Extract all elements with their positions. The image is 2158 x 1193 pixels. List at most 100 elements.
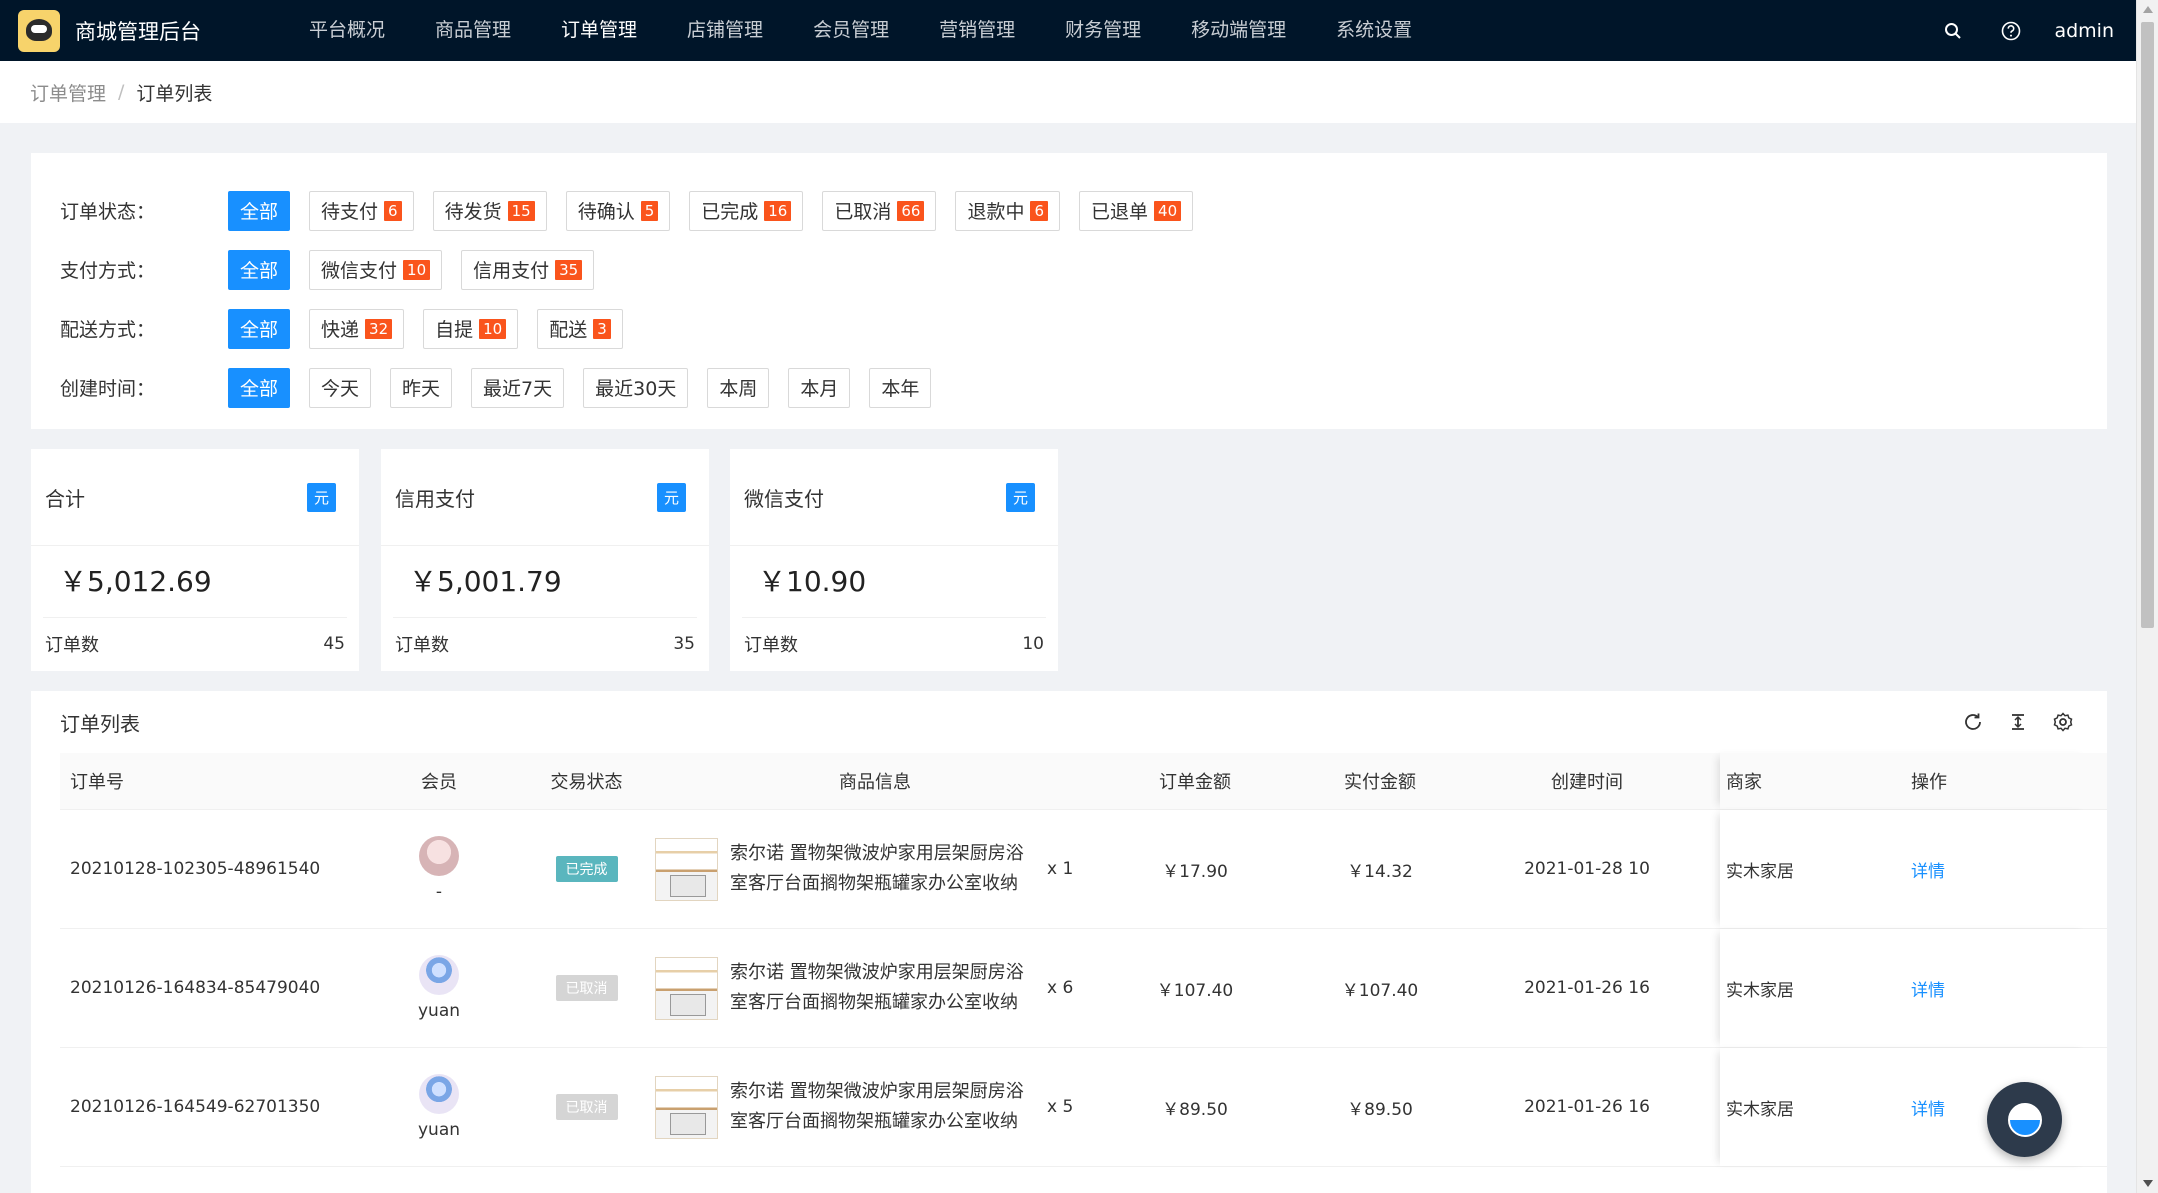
member-name: yuan [417, 1001, 461, 1021]
stat-count-label: 订单数 [395, 635, 449, 656]
time-filter-month[interactable]: 本月 [788, 367, 851, 408]
scroll-up-icon[interactable] [2143, 6, 2153, 13]
status-filter-all[interactable]: 全部 [228, 190, 291, 231]
detail-link[interactable]: 详情 [1911, 1100, 1945, 1120]
filter-option-label: 本周 [719, 378, 758, 400]
nav-item-goods[interactable]: 商品管理 [410, 0, 536, 61]
nav-item-shops[interactable]: 店铺管理 [662, 0, 788, 61]
top-bar: 商城管理后台 平台概况 商品管理 订单管理 店铺管理 会员管理 营销管理 财务管… [0, 0, 2136, 61]
delivery-filter-all[interactable]: 全部 [228, 308, 291, 349]
order-amount: ￥17.90 [1162, 861, 1228, 882]
status-filter-refunding[interactable]: 退款中 6 [955, 190, 1061, 231]
filter-option-label: 待确认 [577, 201, 635, 223]
nav-item-marketing[interactable]: 营销管理 [914, 0, 1040, 61]
status-filter-returned[interactable]: 已退单 40 [1079, 190, 1194, 231]
time-filter-week[interactable]: 本周 [707, 367, 770, 408]
filter-option-label: 已取消 [834, 201, 892, 223]
col-status: 交易状态 [550, 772, 623, 793]
count-badge: 3 [593, 318, 611, 339]
stat-title: 信用支付 [395, 486, 475, 511]
delivery-filter-local[interactable]: 配送 3 [537, 308, 623, 349]
scroll-down-icon[interactable] [2143, 1180, 2153, 1187]
refresh-icon[interactable] [1950, 702, 1995, 742]
goods-cell: 索尔诺 置物架微波炉家用层架厨房浴室客厅台面搁物架瓶罐家办公室收纳架储... [655, 1075, 1035, 1139]
col-created: 创建时间 [1551, 772, 1623, 793]
status-filter-to-confirm[interactable]: 待确认 5 [565, 190, 671, 231]
scrollbar-thumb[interactable] [2141, 22, 2154, 628]
status-cell: 已取消 [518, 975, 655, 1001]
filter-option-label: 退款中 [967, 201, 1025, 223]
settings-icon[interactable] [2040, 702, 2085, 742]
status-filter-completed[interactable]: 已完成 16 [689, 190, 804, 231]
filter-option-label: 最近30天 [595, 378, 677, 400]
stat-count: 35 [673, 634, 695, 654]
breadcrumb-separator: / [118, 81, 125, 103]
density-icon[interactable] [1995, 702, 2040, 742]
filter-label-delivery: 配送方式： [60, 319, 156, 341]
stat-header: 信用支付 元 [381, 449, 709, 546]
nav-item-finance[interactable]: 财务管理 [1040, 0, 1166, 61]
stat-count: 45 [323, 634, 345, 654]
time-filter-yesterday[interactable]: 昨天 [390, 367, 453, 408]
assistant-icon [2007, 1102, 2042, 1137]
floating-assistant-button[interactable] [1987, 1082, 2062, 1157]
filter-option-label: 已完成 [701, 201, 759, 223]
status-cell: 已完成 [518, 856, 655, 882]
payment-filter-wechat[interactable]: 微信支付 10 [309, 249, 443, 290]
fixed-columns-header: 商家 操作 [1720, 753, 2090, 809]
filter-option-label: 信用支付 [473, 260, 550, 282]
delivery-filter-pickup[interactable]: 自提 10 [423, 308, 519, 349]
avatar [419, 836, 459, 876]
unit-badge: 元 [306, 482, 336, 512]
quantity: x 1 [1047, 859, 1074, 879]
paid-amount: ￥107.40 [1341, 980, 1419, 1001]
filter-row-created: 创建时间： 全部 今天 昨天 最近7天 最近30天 本周 本月 本年 [60, 358, 2078, 417]
filter-row-delivery: 配送方式： 全部 快递 32 自提 10 配送 3 [60, 299, 2078, 358]
detail-link[interactable]: 详情 [1911, 862, 1945, 882]
payment-filter-all[interactable]: 全部 [228, 249, 291, 290]
stat-card-total: 合计 元 ￥5,012.69 订单数 45 [31, 449, 359, 671]
col-action: 操作 [1911, 772, 1947, 793]
search-icon[interactable] [1924, 0, 1982, 61]
stat-card-wechat: 微信支付 元 ￥10.90 订单数 10 [730, 449, 1058, 671]
payment-filter-credit[interactable]: 信用支付 35 [461, 249, 595, 290]
help-icon[interactable] [1982, 0, 2040, 61]
filter-label-status: 订单状态： [60, 201, 156, 223]
col-order-no: 订单号 [70, 772, 124, 793]
order-amount: ￥89.50 [1162, 1099, 1228, 1120]
nav-item-mobile[interactable]: 移动端管理 [1166, 0, 1311, 61]
filter-option-label: 配送 [549, 319, 588, 341]
fixed-columns: 实木家居 详情 [1720, 929, 2090, 1047]
member-cell: - [360, 836, 518, 902]
delivery-filter-express[interactable]: 快递 32 [309, 308, 405, 349]
nav-item-platform[interactable]: 平台概况 [284, 0, 410, 61]
filter-option-label: 微信支付 [321, 260, 398, 282]
nav-item-members[interactable]: 会员管理 [788, 0, 914, 61]
order-no: 20210126-164549-62701350 [70, 1097, 321, 1117]
count-badge: 6 [384, 200, 402, 221]
time-filter-last30[interactable]: 最近30天 [583, 367, 689, 408]
time-filter-year[interactable]: 本年 [869, 367, 932, 408]
status-filter-to-ship[interactable]: 待发货 15 [432, 190, 547, 231]
status-filter-cancelled[interactable]: 已取消 66 [822, 190, 937, 231]
created-time: 2021-01-26 16 [1524, 1097, 1650, 1117]
logo[interactable]: 商城管理后台 [18, 9, 268, 52]
table-row: 20210128-102305-48961540 - 已完成 索尔诺 置物架微波… [60, 810, 2107, 929]
time-filter-today[interactable]: 今天 [309, 367, 372, 408]
stat-count: 10 [1022, 634, 1044, 654]
nav-item-settings[interactable]: 系统设置 [1311, 0, 1437, 61]
filter-option-label: 本月 [800, 378, 839, 400]
user-menu[interactable]: admin [2040, 20, 2136, 42]
col-amount: 订单金额 [1159, 772, 1231, 793]
detail-link[interactable]: 详情 [1911, 981, 1945, 1001]
stat-title: 合计 [45, 486, 85, 511]
breadcrumb-parent[interactable]: 订单管理 [30, 79, 106, 106]
page-scrollbar[interactable] [2136, 0, 2158, 1193]
time-filter-last7[interactable]: 最近7天 [471, 367, 565, 408]
nav-item-orders[interactable]: 订单管理 [536, 0, 662, 61]
unit-badge: 元 [1005, 482, 1035, 512]
time-filter-all[interactable]: 全部 [228, 367, 291, 408]
merchant-name: 实木家居 [1726, 1099, 1794, 1120]
status-filter-unpaid[interactable]: 待支付 6 [309, 190, 414, 231]
count-badge: 6 [1030, 200, 1049, 221]
